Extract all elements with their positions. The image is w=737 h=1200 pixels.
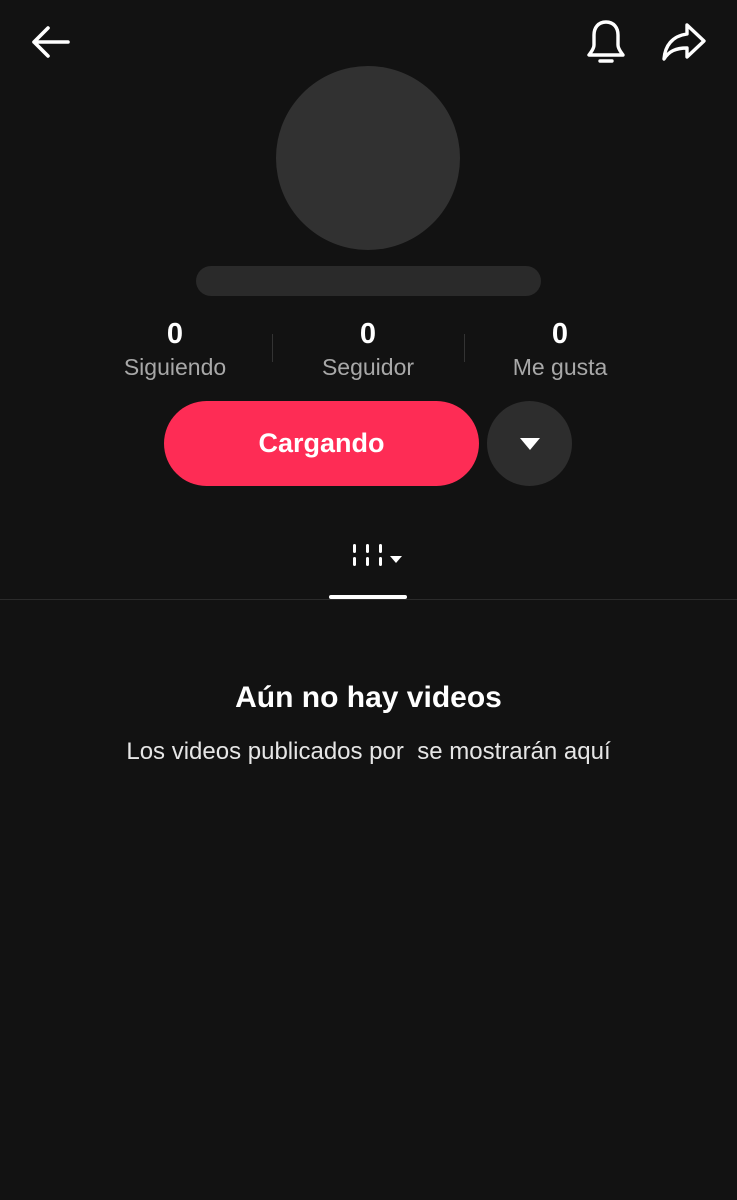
- stat-likes[interactable]: 0 Me gusta: [465, 316, 655, 382]
- following-label: Siguiendo: [123, 354, 227, 380]
- stat-following[interactable]: 0 Siguiendo: [80, 316, 270, 382]
- followers-count: 0: [359, 318, 377, 350]
- following-count: 0: [166, 318, 184, 350]
- username-placeholder: [196, 266, 541, 296]
- empty-state-title: Aún no hay videos: [235, 681, 502, 714]
- notification-button[interactable]: [580, 16, 632, 68]
- arrow-left-icon: [32, 26, 70, 58]
- share-button[interactable]: [656, 16, 712, 68]
- share-arrow-icon: [662, 23, 706, 61]
- caret-down-icon: [390, 556, 402, 563]
- loading-button[interactable]: Cargando: [164, 401, 479, 486]
- likes-label: Me gusta: [512, 354, 608, 380]
- bell-icon: [587, 20, 625, 63]
- caret-down-icon: [519, 437, 540, 450]
- likes-count: 0: [551, 318, 569, 350]
- followers-label: Seguidor: [321, 354, 415, 380]
- tab-videos[interactable]: [329, 530, 407, 600]
- more-options-button[interactable]: [487, 401, 572, 486]
- empty-state-description: Los videos publicados por se mostrarán a…: [126, 738, 611, 765]
- back-button[interactable]: [24, 18, 76, 66]
- tabs-divider: [0, 599, 737, 600]
- videos-grid-icon: [353, 544, 382, 566]
- stat-followers[interactable]: 0 Seguidor: [273, 316, 463, 382]
- avatar-placeholder: [276, 66, 460, 250]
